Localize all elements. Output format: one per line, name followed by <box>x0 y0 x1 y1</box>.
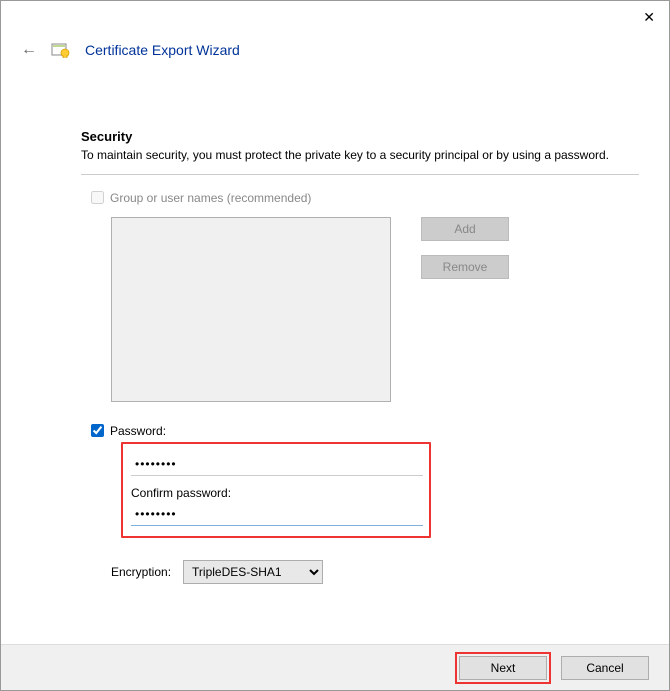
encryption-select[interactable]: TripleDES-SHA1 <box>183 560 323 584</box>
section-heading: Security <box>81 129 639 144</box>
next-button[interactable]: Next <box>459 656 547 680</box>
separator <box>81 174 639 175</box>
password-label: Password: <box>110 424 166 438</box>
group-names-checkbox[interactable] <box>91 191 104 204</box>
section-description: To maintain security, you must protect t… <box>81 148 621 164</box>
password-field[interactable] <box>131 454 423 476</box>
cancel-button[interactable]: Cancel <box>561 656 649 680</box>
confirm-password-field[interactable] <box>131 504 423 526</box>
wizard-footer: Next Cancel <box>1 644 669 690</box>
remove-button[interactable]: Remove <box>421 255 509 279</box>
wizard-header: ← Certificate Export Wizard <box>1 1 669 59</box>
group-names-label: Group or user names (recommended) <box>110 191 311 205</box>
group-names-listbox[interactable] <box>111 217 391 402</box>
next-highlight-box: Next <box>455 652 551 684</box>
encryption-label: Encryption: <box>111 565 171 579</box>
close-icon[interactable]: ✕ <box>643 9 655 26</box>
add-button[interactable]: Add <box>421 217 509 241</box>
password-highlight-box: Confirm password: <box>121 442 431 538</box>
password-checkbox[interactable] <box>91 424 104 437</box>
back-arrow-icon[interactable]: ← <box>21 41 37 59</box>
certificate-icon <box>51 42 71 58</box>
wizard-title: Certificate Export Wizard <box>85 42 240 58</box>
confirm-password-label: Confirm password: <box>131 486 421 500</box>
